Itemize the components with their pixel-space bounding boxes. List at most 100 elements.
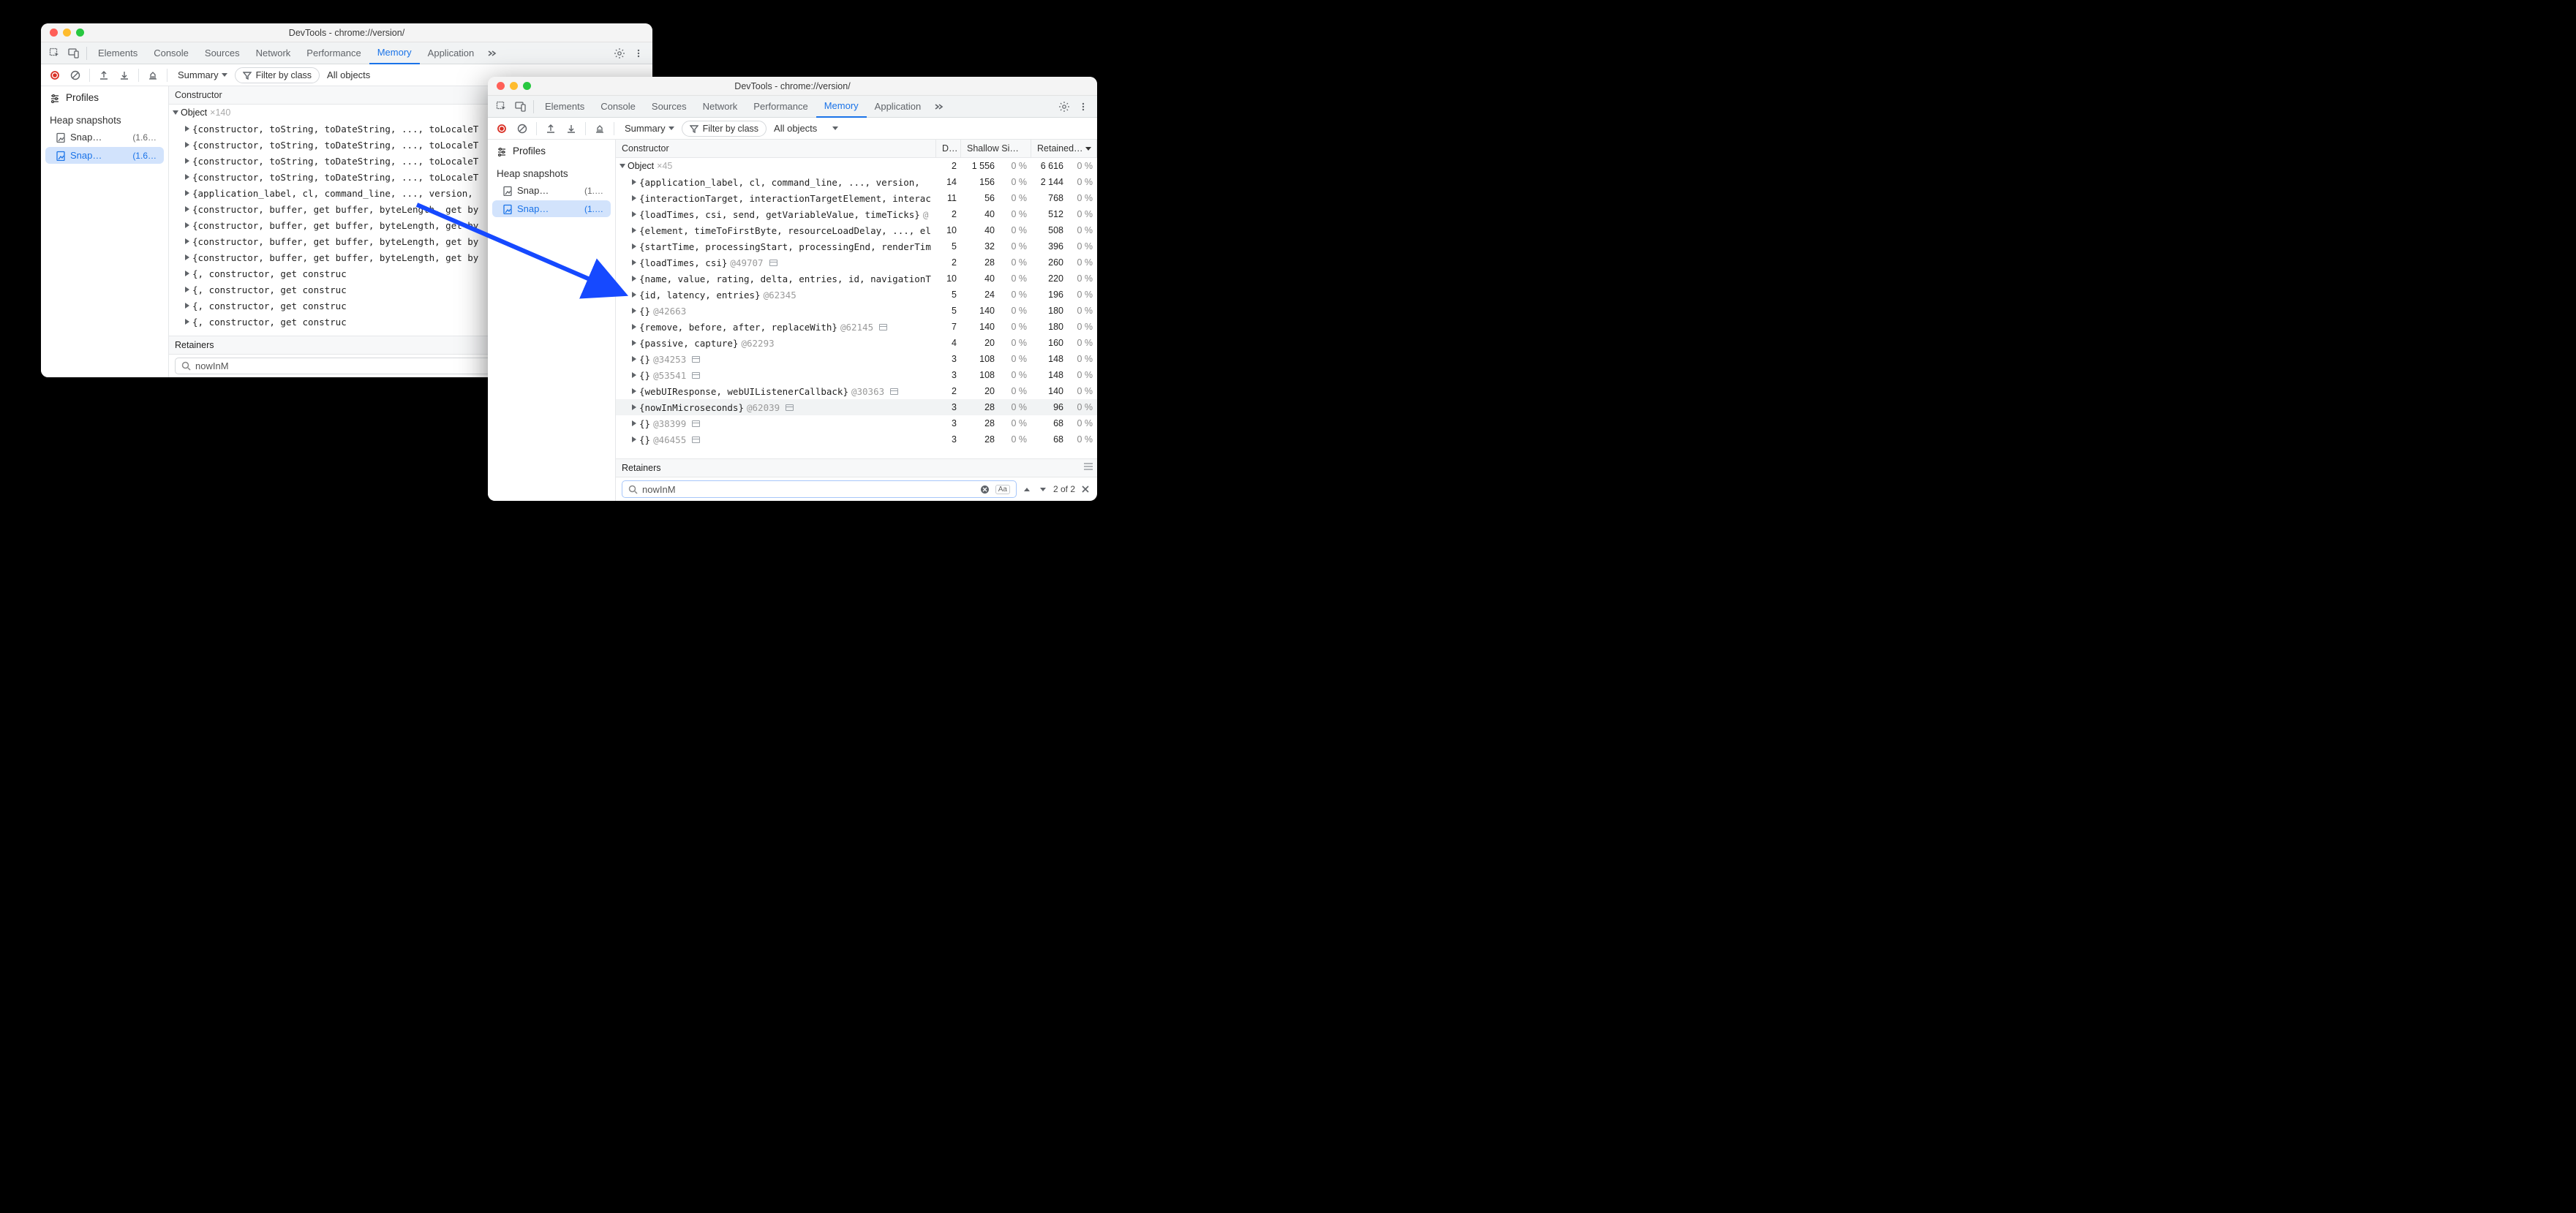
heap-row[interactable]: {application_label, cl, command_line, ..… [616, 174, 1097, 190]
device-icon[interactable] [64, 44, 83, 63]
heap-row[interactable]: {interactionTarget, interactionTargetEle… [616, 190, 1097, 206]
tab-performance[interactable]: Performance [745, 96, 816, 118]
heap-section-label: Heap snapshots [488, 162, 615, 181]
memory-toolbar: Summary Filter by class All objects [488, 118, 1097, 140]
heap-row[interactable]: {loadTimes, csi} @497072280 %2600 % [616, 254, 1097, 271]
download-icon[interactable] [115, 66, 134, 85]
window-title: DevTools - chrome://version/ [497, 81, 1088, 91]
heap-row[interactable]: {nowInMicroseconds} @620393280 %960 % [616, 399, 1097, 415]
scope-select-label: All objects [327, 69, 370, 80]
zoom-dot[interactable] [523, 82, 531, 90]
tab-elements[interactable]: Elements [537, 96, 592, 118]
class-filter[interactable]: Filter by class [235, 67, 320, 83]
heap-section-label: Heap snapshots [41, 109, 168, 127]
heap-row[interactable]: {} @3425331080 %1480 % [616, 351, 1097, 367]
col-shallow[interactable]: Shallow Si… [961, 140, 1031, 157]
clear-icon[interactable] [66, 66, 85, 85]
heap-row[interactable]: {remove, before, after, replaceWith} @62… [616, 319, 1097, 335]
collect-garbage-icon[interactable] [590, 119, 609, 138]
tab-sources[interactable]: Sources [644, 96, 695, 118]
tab-elements[interactable]: Elements [90, 42, 146, 64]
download-icon[interactable] [562, 119, 581, 138]
upload-icon[interactable] [94, 66, 113, 85]
view-select[interactable]: Summary [619, 120, 680, 137]
heap-row[interactable]: {name, value, rating, delta, entries, id… [616, 271, 1097, 287]
titlebar: DevTools - chrome://version/ [488, 77, 1097, 96]
snapshot-item[interactable]: Snap…(1.6… [45, 129, 164, 146]
minimize-dot[interactable] [63, 29, 71, 37]
tab-memory[interactable]: Memory [369, 42, 420, 64]
profiles-header: Profiles [488, 140, 615, 162]
settings-icon[interactable] [610, 44, 629, 63]
col-retained[interactable]: Retained… [1031, 140, 1097, 157]
devtools-tabbar: ElementsConsoleSourcesNetworkPerformance… [41, 42, 652, 64]
traffic-lights[interactable] [497, 82, 531, 90]
snapshot-item[interactable]: Snap…(1.… [492, 200, 611, 217]
tab-memory[interactable]: Memory [816, 96, 867, 118]
clear-icon[interactable] [513, 119, 532, 138]
col-constructor[interactable]: Constructor [616, 140, 936, 157]
search-icon [181, 361, 191, 371]
heap-row[interactable]: {webUIResponse, webUIListenerCallback} @… [616, 383, 1097, 399]
heap-row[interactable]: {passive, capture} @622934200 %1600 % [616, 335, 1097, 351]
tab-console[interactable]: Console [592, 96, 644, 118]
window-icon [879, 324, 887, 330]
profiles-label: Profiles [66, 92, 99, 103]
snapshot-item[interactable]: Snap…(1.6… [45, 147, 164, 164]
tab-application[interactable]: Application [420, 42, 483, 64]
close-dot[interactable] [50, 29, 58, 37]
scope-select[interactable]: All objects [768, 120, 823, 137]
inspect-icon[interactable] [492, 97, 511, 116]
heap-row[interactable]: {} @4266351400 %1800 % [616, 303, 1097, 319]
search-input[interactable] [642, 484, 975, 495]
kebab-icon[interactable] [1074, 97, 1093, 116]
titlebar: DevTools - chrome://version/ [41, 23, 652, 42]
view-select[interactable]: Summary [172, 67, 233, 84]
retainers-menu-icon[interactable] [1084, 463, 1093, 470]
traffic-lights[interactable] [50, 29, 84, 37]
heap-row[interactable]: {startTime, processingStart, processingE… [616, 238, 1097, 254]
scope-select[interactable]: All objects [321, 67, 376, 84]
sliders-icon [50, 93, 60, 103]
tab-application[interactable]: Application [867, 96, 930, 118]
match-case-toggle[interactable]: Aa [995, 485, 1010, 494]
heap-row[interactable]: {} @464553280 %680 % [616, 431, 1097, 447]
record-icon[interactable] [492, 119, 511, 138]
tab-network[interactable]: Network [248, 42, 299, 64]
view-select-label: Summary [178, 69, 219, 80]
upload-icon[interactable] [541, 119, 560, 138]
col-distance[interactable]: Di… [936, 140, 961, 157]
tab-performance[interactable]: Performance [298, 42, 369, 64]
class-filter[interactable]: Filter by class [682, 121, 767, 137]
heap-row[interactable]: {id, latency, entries} @623455240 %1960 … [616, 287, 1097, 303]
settings-icon[interactable] [1055, 97, 1074, 116]
clear-search-icon[interactable] [979, 483, 991, 495]
more-tabs-icon[interactable] [929, 97, 948, 116]
kebab-icon[interactable] [629, 44, 648, 63]
window-icon [786, 404, 794, 411]
record-icon[interactable] [45, 66, 64, 85]
profiles-header: Profiles [41, 86, 168, 109]
snapshot-item[interactable]: Snap…(1.… [492, 182, 611, 199]
close-search-icon[interactable] [1080, 483, 1091, 495]
next-match-icon[interactable] [1037, 483, 1049, 495]
close-dot[interactable] [497, 82, 505, 90]
search-box[interactable]: Aa [622, 480, 1017, 498]
device-icon[interactable] [511, 97, 530, 116]
minimize-dot[interactable] [510, 82, 518, 90]
prev-match-icon[interactable] [1021, 483, 1033, 495]
class-filter-label: Filter by class [256, 70, 312, 80]
heap-row[interactable]: {} @383993280 %680 % [616, 415, 1097, 431]
scope-chevron-icon[interactable] [826, 119, 845, 138]
tab-sources[interactable]: Sources [197, 42, 248, 64]
heap-row[interactable]: {} @5354131080 %1480 % [616, 367, 1097, 383]
more-tabs-icon[interactable] [482, 44, 501, 63]
tab-console[interactable]: Console [146, 42, 197, 64]
tab-network[interactable]: Network [695, 96, 746, 118]
inspect-icon[interactable] [45, 44, 64, 63]
collect-garbage-icon[interactable] [143, 66, 162, 85]
object-group-row[interactable]: Object ×4521 5560 %6 6160 % [616, 158, 1097, 174]
zoom-dot[interactable] [76, 29, 84, 37]
heap-row[interactable]: {loadTimes, csi, send, getVariableValue,… [616, 206, 1097, 222]
heap-row[interactable]: {element, timeToFirstByte, resourceLoadD… [616, 222, 1097, 238]
